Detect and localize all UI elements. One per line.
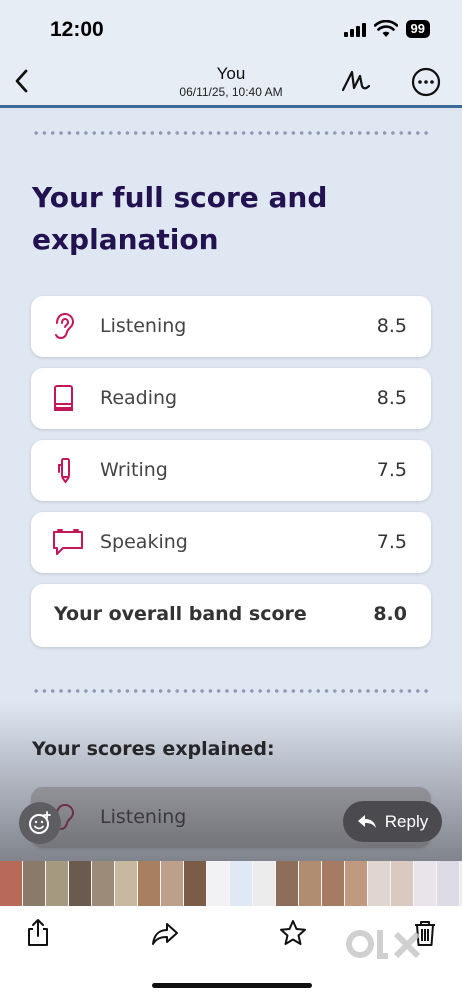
score-value: 7.5	[376, 531, 407, 553]
thumbnail[interactable]	[437, 861, 460, 906]
dotted-divider	[32, 131, 432, 135]
thumbnail[interactable]	[391, 861, 414, 906]
olx-watermark-logo	[346, 930, 421, 959]
dotted-divider	[32, 689, 432, 693]
thumbnail[interactable]	[276, 861, 299, 906]
reply-label: Reply	[384, 811, 429, 831]
score-label: Reading	[100, 387, 178, 409]
status-bar: 12:00 99	[0, 0, 462, 58]
thumbnail[interactable]	[299, 861, 322, 906]
home-indicator	[152, 983, 312, 988]
status-icons: 99	[343, 20, 430, 38]
thumbnail[interactable]	[368, 861, 391, 906]
thumbnail[interactable]	[161, 861, 184, 906]
emoji-reaction-button[interactable]	[19, 802, 61, 844]
status-time: 12:00	[50, 18, 104, 41]
pencil-icon	[58, 458, 70, 483]
thumbnail[interactable]	[92, 861, 115, 906]
message-body: Your full score and explanation Listenin…	[0, 111, 462, 861]
nav-bar: You 06/11/25, 10:40 AM	[0, 58, 462, 108]
thumbnail[interactable]	[115, 861, 138, 906]
scores-explained-heading: Your scores explained:	[32, 738, 275, 760]
thumbnail[interactable]	[322, 861, 345, 906]
score-card-reading: Reading 8.5	[31, 368, 431, 429]
score-card-speaking: Speaking 7.5	[31, 512, 431, 573]
score-label: Writing	[100, 459, 168, 481]
score-value: 7.5	[376, 459, 407, 481]
thumbnail[interactable]	[345, 861, 368, 906]
thumbnail[interactable]	[0, 861, 23, 906]
reply-arrow-icon	[357, 814, 376, 828]
score-value: 8.5	[376, 315, 407, 337]
score-value: 8.5	[376, 387, 407, 409]
thumbnail[interactable]	[207, 861, 230, 906]
reply-button[interactable]: Reply	[343, 801, 442, 842]
thumbnail[interactable]	[69, 861, 92, 906]
headline-line-2: explanation	[32, 223, 219, 256]
share-icon[interactable]	[23, 918, 53, 948]
overall-label: Your overall band score	[54, 603, 307, 625]
wifi-icon	[373, 20, 398, 37]
thumbnail[interactable]	[230, 861, 253, 906]
book-icon	[54, 385, 73, 411]
forward-arrow-icon[interactable]	[150, 918, 180, 948]
thumbnail[interactable]	[46, 861, 69, 906]
ear-icon	[55, 312, 75, 340]
message-timestamp: 06/11/25, 10:40 AM	[179, 85, 283, 99]
headline-line-1: Your full score and	[32, 181, 328, 214]
score-card-listening: Listening 8.5	[31, 296, 431, 357]
explained-label: Listening	[100, 806, 187, 828]
thumbnail[interactable]	[253, 861, 276, 906]
media-thumbnail-strip[interactable]	[0, 861, 462, 906]
thumbnail[interactable]	[414, 861, 437, 906]
score-card-writing: Writing 7.5	[31, 440, 431, 501]
score-label: Speaking	[100, 531, 188, 553]
markup-signature-icon[interactable]	[340, 66, 372, 96]
more-options-icon[interactable]	[410, 66, 442, 98]
overall-score-card: Your overall band score 8.0	[31, 584, 431, 647]
battery-indicator: 99	[405, 20, 430, 38]
thumbnail[interactable]	[138, 861, 161, 906]
smiley-plus-icon	[29, 811, 51, 834]
thumbnail[interactable]	[23, 861, 46, 906]
score-headline: Your full score and explanation	[32, 177, 432, 261]
star-icon[interactable]	[278, 918, 308, 948]
thumbnail[interactable]	[184, 861, 207, 906]
overall-value: 8.0	[373, 603, 407, 625]
cellular-signal-icon	[343, 21, 366, 37]
speech-bubble-icon	[53, 529, 83, 555]
score-label: Listening	[100, 315, 187, 337]
sender-name: You	[216, 64, 246, 83]
